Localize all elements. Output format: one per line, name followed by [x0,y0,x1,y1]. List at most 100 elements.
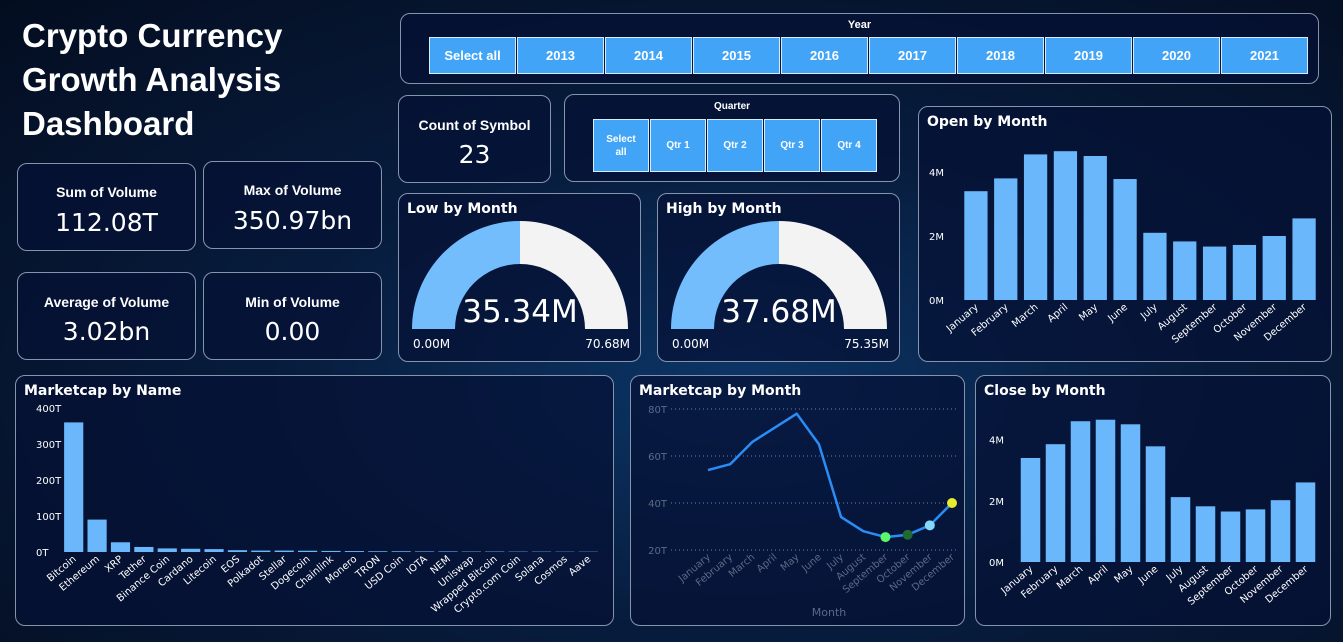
bar-july [1170,497,1191,562]
bar-december [1292,218,1316,300]
bar-august [1173,241,1197,300]
year-option-2016[interactable]: 2016 [781,37,868,74]
bar-chainlink [321,550,341,552]
year-option-2018[interactable]: 2018 [957,37,1044,74]
bar-monero [344,551,364,552]
quarter-option-qtr-2[interactable]: Qtr 2 [707,119,763,172]
year-option-2020[interactable]: 2020 [1133,37,1220,74]
x-axis-label: Month [812,606,847,619]
x-tick-label: June [799,552,824,575]
y-tick-label: 0M [989,558,1004,569]
y-tick-label: 4M [929,168,944,179]
kpi-value: 0.00 [264,317,321,346]
year-option-2019[interactable]: 2019 [1045,37,1132,74]
low-gauge: 35.34M 0.00M 70.68M [412,221,630,351]
x-tick-label: April [755,552,780,575]
year-slicer-title: Year [847,19,872,31]
bar-february [1045,444,1066,562]
kpi-value: 23 [458,140,491,169]
year-option-2017[interactable]: 2017 [869,37,956,74]
page-title: Crypto Currency Growth Analysis Dashboar… [22,17,283,142]
bar-nem [438,551,458,552]
bar-november [1270,500,1291,562]
y-tick-label: 2M [929,232,944,243]
x-tick-label: May [1113,564,1136,586]
bar-iota [414,551,435,552]
kpi-value: 350.97bn [232,206,353,235]
y-tick-label: 2M [989,497,1004,508]
year-option-2015[interactable]: 2015 [693,37,780,74]
bar-xrp [110,542,131,552]
x-tick-label: March [1010,302,1040,330]
year-option-2013[interactable]: 2013 [517,37,604,74]
bar-march [1023,154,1048,300]
bar-eos [227,550,248,552]
point-november [924,520,935,531]
bar-january [964,191,988,300]
x-tick-label: July [1138,302,1160,323]
gauge-value-label: 35.34M [462,294,578,330]
bar-litecoin [204,549,224,552]
bar-may [1083,156,1107,300]
bar-june [1145,446,1166,562]
quarter-option-qtr-4[interactable]: Qtr 4 [821,119,877,172]
y-tick-label: 60T [648,452,668,463]
bar-bitcoin [64,422,84,552]
x-tick-label: May [1077,302,1100,324]
marketcap-by-name-card: Marketcap by Name 0T 100T 200T 300T 400T Bitc… [15,375,614,626]
bar-september [1202,246,1227,300]
x-tick-label: IOTA [405,554,430,577]
kpi-card-average-volume: Average of Volume 3.02bn [17,272,196,360]
gauge-min-label: 0.00M [413,337,450,351]
bar-polkadot [251,550,271,552]
quarter-option-select-all[interactable]: Select all [593,119,649,172]
x-tick-label: March [1055,564,1085,592]
quarter-option-qtr-1[interactable]: Qtr 1 [650,119,706,172]
year-option-2014[interactable]: 2014 [605,37,692,74]
kpi-card-min-volume: Min of Volume 0.00 [203,272,382,360]
kpi-value: 3.02bn [62,317,151,346]
bar-june [1113,179,1137,300]
bar-cardano [181,548,201,552]
marketcap-line [707,412,953,539]
bar-april [1095,419,1116,562]
bar-october [1245,509,1266,562]
bar-usd-coin [391,551,411,552]
close-by-month-card: Close by Month 0M 2M 4M January February Marc… [975,375,1331,626]
low-by-month-card: Low by Month 35.34M 0.00M 70.68M [398,193,641,362]
year-slicer: Year Select all 2013 2014 2015 2016 2017 2018 2… [400,13,1319,84]
x-tick-label: Aave [567,554,593,579]
open-by-month-card: Open by Month 0M 2M 4M January February March… [918,106,1332,362]
year-option-2021[interactable]: 2021 [1221,37,1308,74]
gauge-min-label: 0.00M [672,337,709,351]
kpi-label: Sum of Volume [56,184,157,200]
bar-november [1262,236,1286,300]
kpi-card-sum-volume: Sum of Volume 112.08T [17,163,196,251]
bar-march [1070,421,1091,562]
y-tick-label: 80T [648,405,668,416]
x-tick-label: April [1086,564,1111,587]
y-tick-label: 400T [36,404,62,415]
quarter-option-qtr-3[interactable]: Qtr 3 [764,119,820,172]
marketcap-by-name-chart: 0T100T200T300T400TBitcoinEthereum XRPTeth… [36,404,598,616]
high-gauge: 37.68M 0.00M 75.35M [671,221,889,351]
bar-ethereum [87,519,107,552]
y-tick-label: 40T [648,499,668,510]
bar-february [994,178,1018,300]
kpi-card-max-volume: Max of Volume 350.97bn [203,161,382,249]
bar-dogecoin [298,550,318,552]
x-tick-label: May [779,552,802,574]
bar-october [1232,244,1257,300]
x-tick-label: April [1046,302,1071,325]
kpi-label: Max of Volume [243,182,342,198]
bar-tether [134,546,154,552]
point-september [880,532,891,543]
x-tick-label: June [1105,302,1130,325]
year-option-select-all[interactable]: Select all [429,37,516,74]
bar-tron [368,551,388,552]
point-october [902,529,913,540]
y-tick-label: 0M [929,296,944,307]
close-by-month-chart: 0M2M4MJanuaryFebruaryMarch April May June Ju… [989,419,1316,608]
y-tick-label: 0T [36,548,49,559]
kpi-label: Min of Volume [245,294,340,310]
